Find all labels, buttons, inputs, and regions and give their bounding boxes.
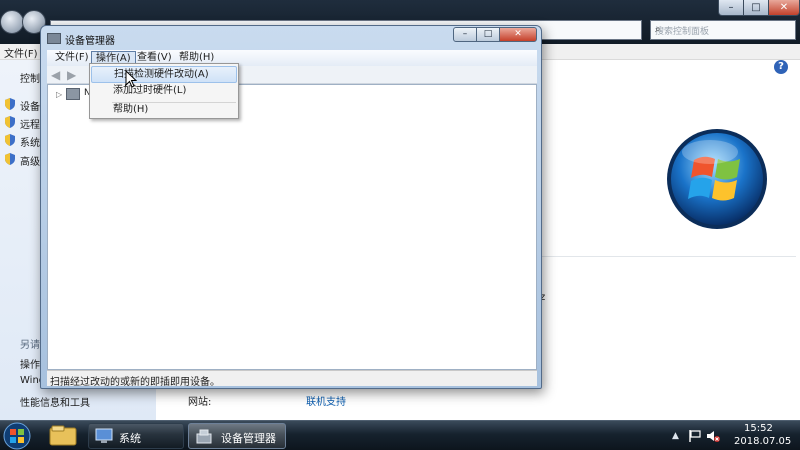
tree-expand-icon[interactable]: ▷ [56, 90, 62, 99]
shield-icon [5, 153, 15, 165]
window-title: 设备管理器 [65, 36, 115, 47]
taskbar: 系统 设备管理器 ▲ 15:52 2018.07.05 [0, 420, 800, 450]
taskbar-item-device-manager[interactable]: 设备管理器 [188, 423, 286, 449]
menu-file[interactable]: 文件(F) [51, 51, 93, 66]
shield-icon [5, 98, 15, 110]
search-icon[interactable]: ⌕ [655, 24, 792, 35]
back-button[interactable] [0, 10, 24, 34]
menu-item-scan-hardware-changes[interactable]: 扫描检测硬件改动(A) [91, 66, 237, 83]
status-text: 扫描经过改动的或新的即插即用设备。 [50, 377, 220, 388]
help-icon[interactable]: ? [774, 60, 788, 74]
status-bar: 扫描经过改动的或新的即插即用设备。 [47, 370, 537, 388]
forward-arrow-icon[interactable]: ▶ [67, 69, 81, 81]
mouse-cursor-icon [125, 70, 137, 88]
start-orb-icon[interactable] [2, 422, 32, 450]
show-hidden-icons-icon[interactable]: ▲ [672, 431, 679, 441]
device-manager-icon [196, 429, 212, 444]
clock-time[interactable]: 15:52 [744, 423, 773, 434]
minimize-button[interactable]: – [453, 27, 477, 42]
explorer-icon[interactable] [44, 423, 82, 449]
see-also-performance-tools[interactable]: 性能信息和工具 [20, 394, 90, 409]
windows-logo [667, 129, 767, 229]
menu-file[interactable]: 文件(F) [4, 45, 38, 60]
search-input[interactable]: 搜索控制面板 ⌕ [650, 20, 796, 40]
back-arrow-icon[interactable]: ◀ [51, 69, 65, 81]
taskbar-item-label: 系统 [119, 432, 141, 445]
clock-date[interactable]: 2018.07.05 [734, 436, 791, 447]
menu-item-help[interactable]: 帮助(H) [91, 102, 237, 119]
device-tree: ▷ NS [47, 84, 537, 370]
system-icon [95, 428, 113, 443]
device-manager-icon [47, 33, 61, 44]
computer-icon [66, 88, 80, 100]
menu-item-add-legacy-hardware[interactable]: 添加过时硬件(L) [91, 83, 237, 100]
close-button[interactable]: ✕ [499, 27, 537, 42]
website-label: 网站: [188, 397, 212, 408]
taskbar-item-system[interactable]: 系统 [88, 423, 184, 449]
action-dropdown-menu: 扫描检测硬件改动(A) 添加过时硬件(L) 帮助(H) [89, 63, 239, 119]
minimize-button[interactable]: – [718, 0, 744, 16]
maximize-button[interactable]: □ [743, 0, 769, 16]
online-support-link[interactable]: 联机支持 [306, 393, 346, 408]
close-button[interactable]: ✕ [768, 0, 800, 16]
maximize-button[interactable]: □ [476, 27, 500, 42]
volume-muted-icon[interactable] [706, 429, 720, 443]
taskbar-item-label: 设备管理器 [221, 432, 276, 445]
shield-icon [5, 116, 15, 128]
action-center-flag-icon[interactable] [688, 429, 702, 443]
shield-icon [5, 134, 15, 146]
